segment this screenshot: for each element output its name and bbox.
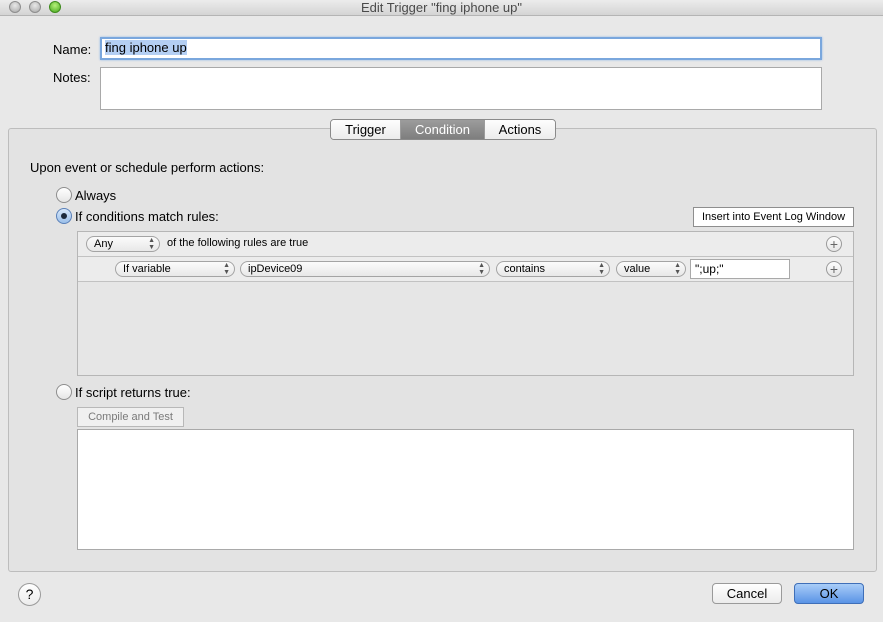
rule-type-popup[interactable]: If variable ▲ ▼ (115, 261, 235, 277)
always-label: Always (75, 188, 117, 203)
value-mode-value: value (624, 263, 651, 275)
title-bar: Edit Trigger "fing iphone up" (0, 0, 883, 16)
rule-row: If variable ▲ ▼ ipDevice09 ▲ ▼ contains ▲ ▼… (78, 257, 853, 282)
variable-popup[interactable]: ipDevice09 ▲ ▼ (240, 261, 490, 277)
name-label: Name: (53, 42, 92, 57)
conditions-match-radio[interactable] (56, 208, 72, 224)
operator-value: contains (504, 263, 545, 275)
script-radio[interactable] (56, 384, 72, 400)
notes-label: Notes: (53, 70, 91, 85)
name-field[interactable]: fing iphone up (100, 37, 822, 60)
cancel-button[interactable]: Cancel (712, 583, 782, 604)
script-label: If script returns true: (75, 385, 191, 400)
add-rule-after-icon[interactable]: + (826, 261, 842, 277)
tab-bar: Trigger Condition Actions (330, 119, 556, 140)
popup-arrows-icon: ▲ ▼ (674, 262, 681, 276)
popup-arrows-icon: ▲ ▼ (148, 237, 155, 251)
name-value: fing iphone up (105, 40, 187, 55)
popup-arrows-icon: ▲ ▼ (598, 262, 605, 276)
window-title: Edit Trigger "fing iphone up" (361, 0, 522, 15)
tab-condition[interactable]: Condition (401, 120, 485, 139)
rule-type-value: If variable (123, 263, 171, 275)
rules-box: Any ▲ ▼ of the following rules are true +… (77, 231, 854, 376)
value-mode-popup[interactable]: value ▲ ▼ (616, 261, 686, 277)
quantifier-suffix: of the following rules are true (167, 237, 309, 249)
script-editor[interactable] (77, 429, 854, 550)
rules-header-row: Any ▲ ▼ of the following rules are true + (78, 232, 853, 257)
popup-arrows-icon: ▲ ▼ (223, 262, 230, 276)
quantifier-value: Any (94, 238, 113, 250)
help-button[interactable]: ? (18, 583, 41, 606)
insert-event-log-button[interactable]: Insert into Event Log Window (693, 207, 854, 227)
add-rule-icon[interactable]: + (826, 236, 842, 252)
ok-button[interactable]: OK (794, 583, 864, 604)
variable-value: ipDevice09 (248, 263, 303, 275)
notes-field[interactable] (100, 67, 822, 110)
popup-arrows-icon: ▲ ▼ (478, 262, 485, 276)
always-radio[interactable] (56, 187, 72, 203)
condition-heading: Upon event or schedule perform actions: (30, 160, 265, 175)
operator-popup[interactable]: contains ▲ ▼ (496, 261, 610, 277)
tab-actions[interactable]: Actions (485, 120, 555, 139)
conditions-match-label: If conditions match rules: (75, 209, 219, 224)
compile-and-test-button[interactable]: Compile and Test (77, 407, 184, 427)
tab-trigger[interactable]: Trigger (331, 120, 401, 139)
quantifier-popup[interactable]: Any ▲ ▼ (86, 236, 160, 252)
rule-value-field[interactable]: ";up;" (690, 259, 790, 279)
